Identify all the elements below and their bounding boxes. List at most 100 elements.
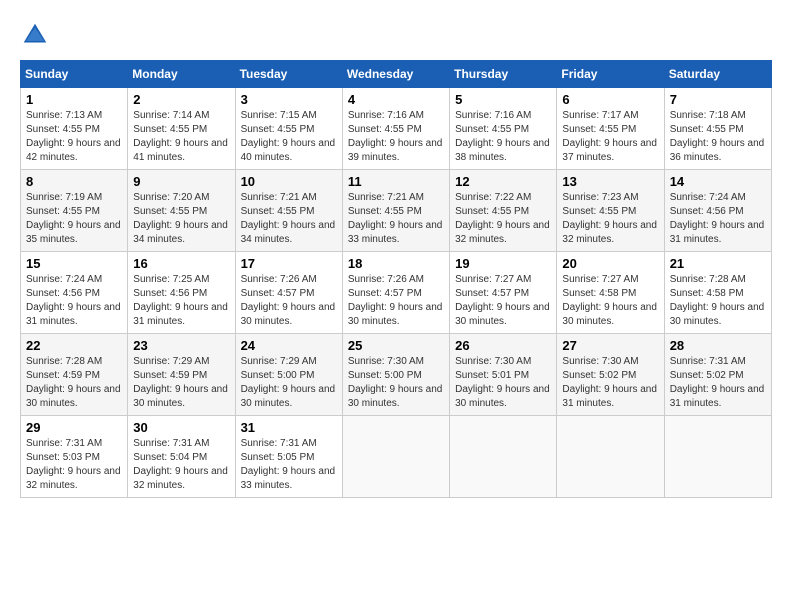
calendar-cell	[557, 416, 664, 498]
day-number: 2	[133, 92, 229, 107]
day-info: Sunrise: 7:28 AM Sunset: 4:58 PM Dayligh…	[670, 273, 766, 329]
calendar-cell: 2 Sunrise: 7:14 AM Sunset: 4:55 PM Dayli…	[128, 88, 235, 170]
day-info: Sunrise: 7:23 AM Sunset: 4:55 PM Dayligh…	[562, 191, 658, 247]
day-info: Sunrise: 7:19 AM Sunset: 4:55 PM Dayligh…	[26, 191, 122, 247]
day-number: 18	[348, 256, 444, 271]
day-number: 17	[241, 256, 337, 271]
calendar-cell: 19 Sunrise: 7:27 AM Sunset: 4:57 PM Dayl…	[450, 252, 557, 334]
header-cell-thursday: Thursday	[450, 61, 557, 88]
day-number: 11	[348, 174, 444, 189]
day-number: 19	[455, 256, 551, 271]
day-info: Sunrise: 7:24 AM Sunset: 4:56 PM Dayligh…	[670, 191, 766, 247]
day-info: Sunrise: 7:25 AM Sunset: 4:56 PM Dayligh…	[133, 273, 229, 329]
day-number: 27	[562, 338, 658, 353]
calendar-table: SundayMondayTuesdayWednesdayThursdayFrid…	[20, 60, 772, 498]
calendar-cell: 9 Sunrise: 7:20 AM Sunset: 4:55 PM Dayli…	[128, 170, 235, 252]
calendar-cell: 8 Sunrise: 7:19 AM Sunset: 4:55 PM Dayli…	[21, 170, 128, 252]
calendar-cell: 4 Sunrise: 7:16 AM Sunset: 4:55 PM Dayli…	[342, 88, 449, 170]
calendar-cell: 5 Sunrise: 7:16 AM Sunset: 4:55 PM Dayli…	[450, 88, 557, 170]
calendar-cell: 17 Sunrise: 7:26 AM Sunset: 4:57 PM Dayl…	[235, 252, 342, 334]
calendar-cell: 23 Sunrise: 7:29 AM Sunset: 4:59 PM Dayl…	[128, 334, 235, 416]
day-info: Sunrise: 7:21 AM Sunset: 4:55 PM Dayligh…	[241, 191, 337, 247]
header-cell-saturday: Saturday	[664, 61, 771, 88]
calendar-week-1: 1 Sunrise: 7:13 AM Sunset: 4:55 PM Dayli…	[21, 88, 772, 170]
header-cell-friday: Friday	[557, 61, 664, 88]
day-info: Sunrise: 7:26 AM Sunset: 4:57 PM Dayligh…	[241, 273, 337, 329]
logo-icon	[20, 20, 50, 50]
day-info: Sunrise: 7:27 AM Sunset: 4:58 PM Dayligh…	[562, 273, 658, 329]
calendar-cell: 13 Sunrise: 7:23 AM Sunset: 4:55 PM Dayl…	[557, 170, 664, 252]
day-info: Sunrise: 7:16 AM Sunset: 4:55 PM Dayligh…	[455, 109, 551, 165]
calendar-cell: 18 Sunrise: 7:26 AM Sunset: 4:57 PM Dayl…	[342, 252, 449, 334]
calendar-week-2: 8 Sunrise: 7:19 AM Sunset: 4:55 PM Dayli…	[21, 170, 772, 252]
calendar-cell	[342, 416, 449, 498]
calendar-cell: 30 Sunrise: 7:31 AM Sunset: 5:04 PM Dayl…	[128, 416, 235, 498]
calendar-cell: 24 Sunrise: 7:29 AM Sunset: 5:00 PM Dayl…	[235, 334, 342, 416]
day-number: 22	[26, 338, 122, 353]
calendar-cell: 16 Sunrise: 7:25 AM Sunset: 4:56 PM Dayl…	[128, 252, 235, 334]
day-info: Sunrise: 7:31 AM Sunset: 5:03 PM Dayligh…	[26, 437, 122, 493]
day-number: 21	[670, 256, 766, 271]
calendar-cell	[450, 416, 557, 498]
day-info: Sunrise: 7:29 AM Sunset: 4:59 PM Dayligh…	[133, 355, 229, 411]
day-number: 8	[26, 174, 122, 189]
day-number: 14	[670, 174, 766, 189]
day-number: 6	[562, 92, 658, 107]
calendar-week-5: 29 Sunrise: 7:31 AM Sunset: 5:03 PM Dayl…	[21, 416, 772, 498]
day-info: Sunrise: 7:31 AM Sunset: 5:02 PM Dayligh…	[670, 355, 766, 411]
day-number: 28	[670, 338, 766, 353]
day-info: Sunrise: 7:30 AM Sunset: 5:00 PM Dayligh…	[348, 355, 444, 411]
day-info: Sunrise: 7:21 AM Sunset: 4:55 PM Dayligh…	[348, 191, 444, 247]
day-number: 12	[455, 174, 551, 189]
calendar-cell: 7 Sunrise: 7:18 AM Sunset: 4:55 PM Dayli…	[664, 88, 771, 170]
calendar-cell: 20 Sunrise: 7:27 AM Sunset: 4:58 PM Dayl…	[557, 252, 664, 334]
day-info: Sunrise: 7:22 AM Sunset: 4:55 PM Dayligh…	[455, 191, 551, 247]
day-number: 31	[241, 420, 337, 435]
day-info: Sunrise: 7:13 AM Sunset: 4:55 PM Dayligh…	[26, 109, 122, 165]
header-cell-monday: Monday	[128, 61, 235, 88]
calendar-cell: 29 Sunrise: 7:31 AM Sunset: 5:03 PM Dayl…	[21, 416, 128, 498]
calendar-cell: 12 Sunrise: 7:22 AM Sunset: 4:55 PM Dayl…	[450, 170, 557, 252]
calendar-cell: 15 Sunrise: 7:24 AM Sunset: 4:56 PM Dayl…	[21, 252, 128, 334]
calendar-cell: 21 Sunrise: 7:28 AM Sunset: 4:58 PM Dayl…	[664, 252, 771, 334]
day-number: 24	[241, 338, 337, 353]
calendar-cell: 26 Sunrise: 7:30 AM Sunset: 5:01 PM Dayl…	[450, 334, 557, 416]
day-number: 13	[562, 174, 658, 189]
day-number: 9	[133, 174, 229, 189]
header-row: SundayMondayTuesdayWednesdayThursdayFrid…	[21, 61, 772, 88]
page-header	[20, 20, 772, 50]
day-info: Sunrise: 7:17 AM Sunset: 4:55 PM Dayligh…	[562, 109, 658, 165]
calendar-header: SundayMondayTuesdayWednesdayThursdayFrid…	[21, 61, 772, 88]
day-number: 26	[455, 338, 551, 353]
day-info: Sunrise: 7:28 AM Sunset: 4:59 PM Dayligh…	[26, 355, 122, 411]
day-number: 23	[133, 338, 229, 353]
day-number: 4	[348, 92, 444, 107]
calendar-cell: 3 Sunrise: 7:15 AM Sunset: 4:55 PM Dayli…	[235, 88, 342, 170]
header-cell-wednesday: Wednesday	[342, 61, 449, 88]
calendar-cell: 11 Sunrise: 7:21 AM Sunset: 4:55 PM Dayl…	[342, 170, 449, 252]
day-number: 1	[26, 92, 122, 107]
calendar-week-3: 15 Sunrise: 7:24 AM Sunset: 4:56 PM Dayl…	[21, 252, 772, 334]
calendar-cell: 31 Sunrise: 7:31 AM Sunset: 5:05 PM Dayl…	[235, 416, 342, 498]
day-info: Sunrise: 7:20 AM Sunset: 4:55 PM Dayligh…	[133, 191, 229, 247]
day-number: 7	[670, 92, 766, 107]
day-info: Sunrise: 7:30 AM Sunset: 5:01 PM Dayligh…	[455, 355, 551, 411]
day-number: 29	[26, 420, 122, 435]
day-number: 30	[133, 420, 229, 435]
header-cell-sunday: Sunday	[21, 61, 128, 88]
calendar-cell: 28 Sunrise: 7:31 AM Sunset: 5:02 PM Dayl…	[664, 334, 771, 416]
calendar-cell: 27 Sunrise: 7:30 AM Sunset: 5:02 PM Dayl…	[557, 334, 664, 416]
day-info: Sunrise: 7:26 AM Sunset: 4:57 PM Dayligh…	[348, 273, 444, 329]
day-info: Sunrise: 7:14 AM Sunset: 4:55 PM Dayligh…	[133, 109, 229, 165]
calendar-cell: 22 Sunrise: 7:28 AM Sunset: 4:59 PM Dayl…	[21, 334, 128, 416]
calendar-cell: 10 Sunrise: 7:21 AM Sunset: 4:55 PM Dayl…	[235, 170, 342, 252]
day-number: 3	[241, 92, 337, 107]
day-info: Sunrise: 7:31 AM Sunset: 5:04 PM Dayligh…	[133, 437, 229, 493]
day-info: Sunrise: 7:27 AM Sunset: 4:57 PM Dayligh…	[455, 273, 551, 329]
day-number: 5	[455, 92, 551, 107]
day-info: Sunrise: 7:30 AM Sunset: 5:02 PM Dayligh…	[562, 355, 658, 411]
day-number: 10	[241, 174, 337, 189]
day-number: 16	[133, 256, 229, 271]
calendar-cell	[664, 416, 771, 498]
calendar-cell: 6 Sunrise: 7:17 AM Sunset: 4:55 PM Dayli…	[557, 88, 664, 170]
